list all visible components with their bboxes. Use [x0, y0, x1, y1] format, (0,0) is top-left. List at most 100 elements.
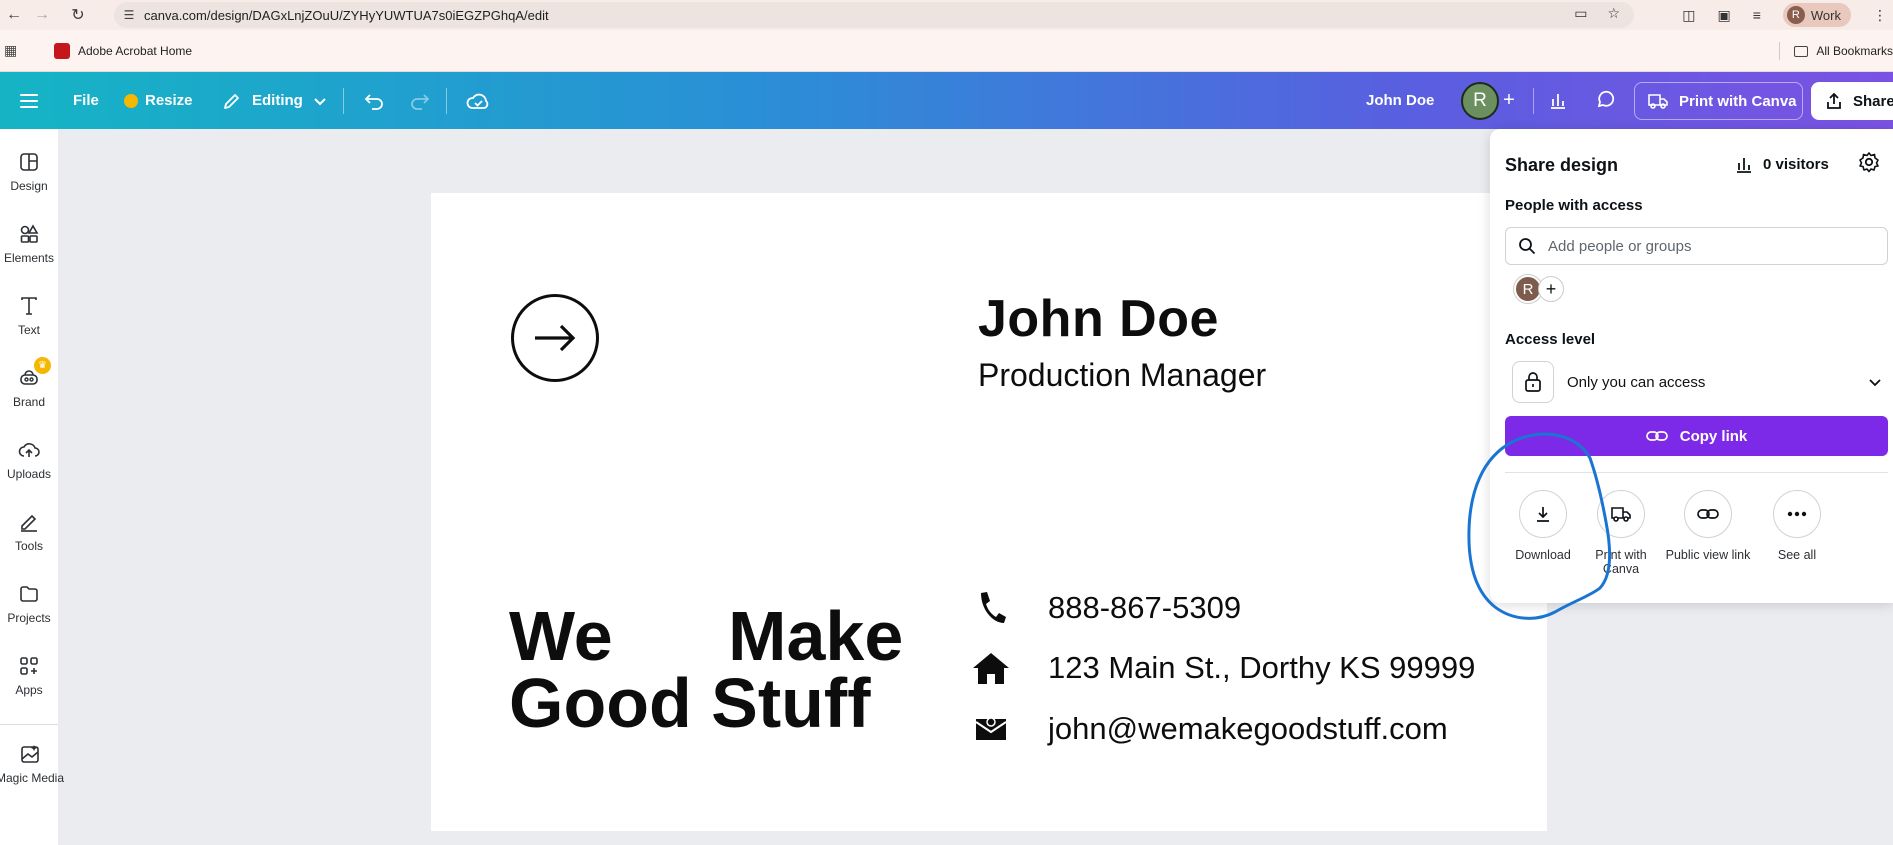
- people-with-access-label: People with access: [1505, 197, 1643, 214]
- access-level-dropdown[interactable]: Only you can access: [1505, 360, 1888, 404]
- magic-media-icon: [21, 745, 39, 763]
- profile-label: Work: [1810, 7, 1841, 23]
- print-with-canva-action[interactable]: Print with Canva: [1576, 490, 1666, 577]
- contact-address: 123 Main St., Dorthy KS 99999: [971, 648, 1475, 688]
- visitors-button[interactable]: 0 visitors: [1735, 155, 1829, 173]
- cloud-check-icon: [466, 93, 489, 109]
- crown-badge-icon: ♛: [34, 357, 51, 374]
- sidebar-item-apps[interactable]: Apps: [0, 655, 58, 697]
- folder-icon: [1794, 45, 1809, 57]
- share-button[interactable]: Share: [1811, 82, 1893, 120]
- public-view-link-label: Public view link: [1665, 548, 1751, 562]
- editing-mode-dropdown[interactable]: Editing: [222, 72, 327, 129]
- sidebar-item-text[interactable]: Text: [0, 295, 58, 337]
- address-bar[interactable]: ☰ canva.com/design/DAGxLnjZOuU/ZYHyYUWTU…: [114, 2, 1634, 28]
- bookmark-adobe-acrobat[interactable]: Adobe Acrobat Home: [54, 42, 192, 59]
- contact-phone: 888-867-5309: [971, 588, 1241, 628]
- redo-icon: [411, 93, 430, 110]
- undo-icon: [364, 93, 383, 110]
- profile-button[interactable]: R Work: [1782, 3, 1851, 27]
- redo-button[interactable]: [409, 72, 431, 129]
- contact-email: john@wemakegoodstuff.com: [971, 709, 1448, 749]
- gear-icon[interactable]: [1858, 151, 1880, 173]
- extensions-icon[interactable]: ◫: [1682, 7, 1695, 24]
- share-panel-divider: [1505, 472, 1888, 473]
- forward-icon[interactable]: →: [28, 1, 56, 29]
- card-slogan-line1: We Make: [509, 597, 904, 675]
- sidebar-item-brand[interactable]: ♛ Brand: [0, 357, 58, 409]
- undo-button[interactable]: [363, 72, 385, 129]
- see-all-label: See all: [1777, 548, 1817, 562]
- apps-grid-icon[interactable]: ▦: [4, 42, 30, 59]
- acrobat-icon: [54, 42, 70, 59]
- sidebar-item-projects[interactable]: Projects: [0, 583, 58, 625]
- access-level-value: Only you can access: [1567, 373, 1706, 391]
- visitors-count: 0 visitors: [1763, 155, 1829, 173]
- sidebar-item-label: Brand: [12, 395, 46, 409]
- reload-icon[interactable]: ↻: [64, 1, 92, 29]
- header-divider: [446, 88, 447, 114]
- bookmarks-separator: [1779, 42, 1781, 60]
- text-icon: [21, 297, 37, 315]
- cloud-upload-icon: [18, 443, 40, 457]
- public-view-link-action[interactable]: Public view link: [1656, 490, 1760, 562]
- truck-icon: [1597, 490, 1645, 538]
- crown-icon: [124, 93, 138, 108]
- print-with-canva-label: Print with Canva: [1595, 548, 1647, 577]
- editor-header: File Resize Editing John Doe R + Print w…: [0, 72, 1893, 129]
- sidebar-item-uploads[interactable]: Uploads: [0, 439, 58, 481]
- design-canvas[interactable]: John Doe Production Manager We Make Good…: [431, 193, 1547, 831]
- layout-icon: [20, 153, 38, 171]
- add-member-button[interactable]: +: [1538, 276, 1564, 302]
- search-icon: [1519, 238, 1536, 255]
- insights-button[interactable]: [1540, 82, 1576, 118]
- bookmark-star-icon[interactable]: ☆: [1607, 5, 1620, 22]
- header-divider: [343, 88, 344, 114]
- all-bookmarks[interactable]: All Bookmarks: [1779, 42, 1893, 60]
- download-action[interactable]: Download: [1498, 490, 1588, 562]
- card-icon[interactable]: ▭: [1574, 5, 1587, 22]
- invite-button[interactable]: +: [1491, 82, 1527, 118]
- plus-icon: +: [1545, 278, 1557, 299]
- card-role: Production Manager: [978, 357, 1267, 393]
- site-info-icon[interactable]: ☰: [114, 8, 144, 22]
- sidebar-item-label: Projects: [7, 611, 51, 625]
- left-sidebar: Design Elements Text ♛ Brand Uploads Too…: [0, 129, 64, 845]
- tab-search-icon[interactable]: ▣: [1717, 7, 1730, 24]
- comments-button[interactable]: [1588, 82, 1624, 118]
- sidebar-item-tools[interactable]: Tools: [0, 511, 58, 553]
- resize-button[interactable]: Resize: [124, 72, 193, 129]
- sidebar-item-label: Uploads: [6, 467, 52, 481]
- chevron-down-icon: [314, 97, 326, 105]
- main-menu-button[interactable]: [20, 72, 38, 129]
- bar-chart-icon: [1551, 94, 1565, 109]
- sidebar-item-magic-media[interactable]: Magic Media: [0, 743, 65, 785]
- chevron-down-icon: [1869, 379, 1881, 387]
- phone-icon: [971, 588, 1011, 628]
- share-design-panel: Share design 0 visitors People with acce…: [1490, 129, 1893, 603]
- resize-label: Resize: [145, 92, 193, 109]
- file-menu[interactable]: File: [73, 72, 99, 129]
- link-icon: [1684, 490, 1732, 538]
- sidebar-item-label: Apps: [15, 683, 43, 697]
- header-divider: [1533, 88, 1534, 114]
- sidebar-item-design[interactable]: Design: [0, 151, 58, 193]
- sidebar-item-label: Text: [17, 323, 40, 337]
- menu-kebab-icon[interactable]: ⋮: [1873, 7, 1887, 24]
- sidebar-item-label: Design: [10, 179, 48, 193]
- copy-link-label: Copy link: [1679, 427, 1748, 445]
- back-icon[interactable]: ←: [0, 1, 28, 29]
- add-people-input[interactable]: [1548, 237, 1848, 255]
- add-people-field[interactable]: [1505, 227, 1888, 265]
- save-status-button[interactable]: [466, 72, 490, 129]
- print-with-canva-button[interactable]: Print with Canva: [1634, 82, 1803, 120]
- home-icon: [971, 648, 1011, 688]
- profile-avatar: R: [1786, 6, 1805, 24]
- copy-link-button[interactable]: Copy link: [1505, 416, 1888, 456]
- address-text: 123 Main St., Dorthy KS 99999: [1048, 650, 1476, 685]
- access-level-label: Access level: [1505, 331, 1596, 348]
- sidebar-item-elements[interactable]: Elements: [0, 223, 58, 265]
- see-all-action[interactable]: See all: [1752, 490, 1842, 562]
- download-label: Download: [1515, 548, 1571, 562]
- media-icon[interactable]: ≡: [1753, 7, 1761, 23]
